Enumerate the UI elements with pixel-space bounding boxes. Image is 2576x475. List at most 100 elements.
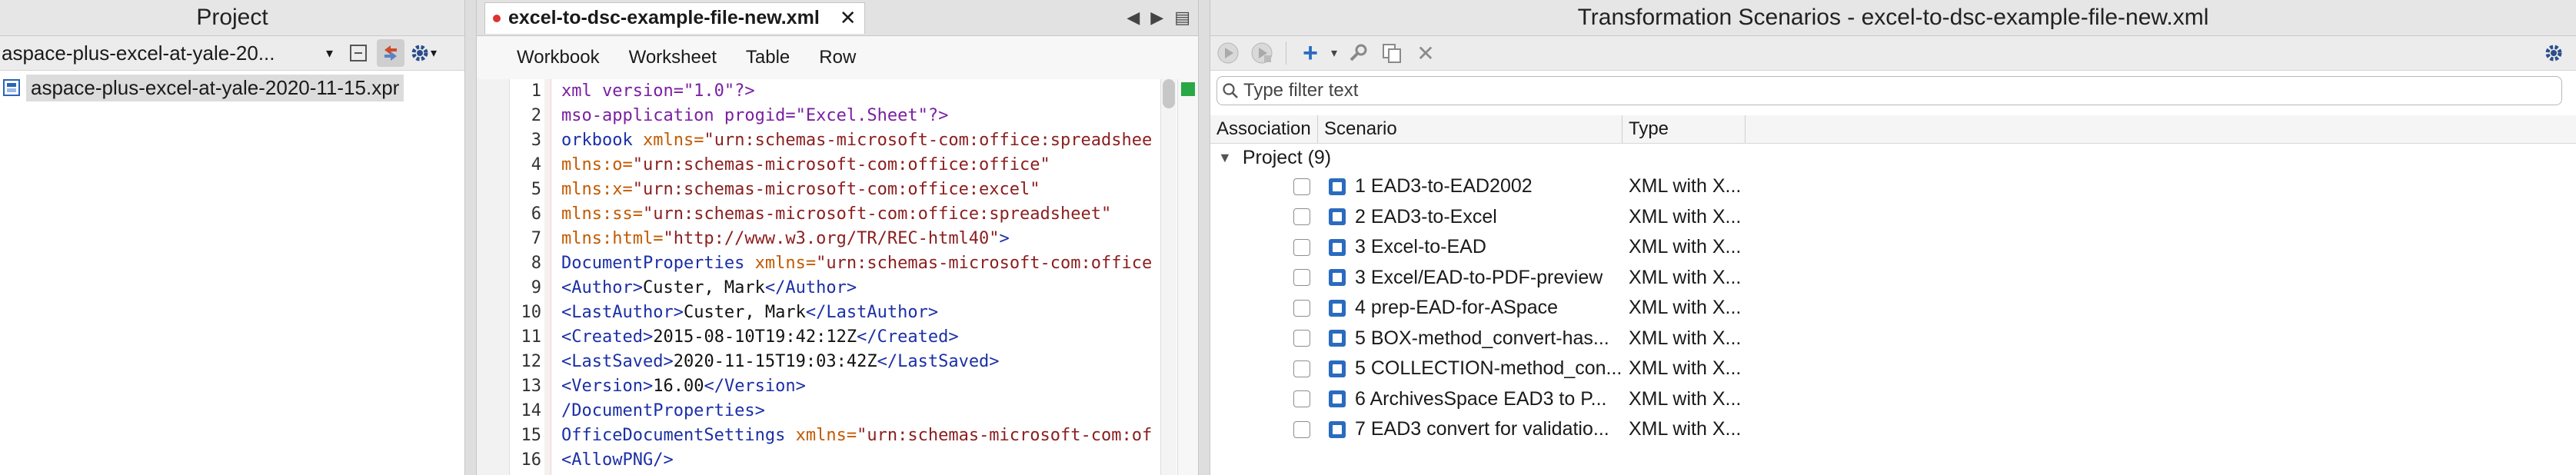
association-checkbox[interactable] xyxy=(1293,269,1310,287)
validation-ok-icon[interactable] xyxy=(1181,82,1195,96)
scenario-row[interactable]: 3 Excel-to-EAD XML with X... xyxy=(1210,232,2576,263)
scrollbar-thumb[interactable] xyxy=(1163,79,1175,108)
scenario-type: XML with X... xyxy=(1629,357,1742,380)
code-line: orkbook xmlns="urn:schemas-microsoft-com… xyxy=(561,131,1152,150)
breadcrumb-item[interactable]: Table xyxy=(746,47,790,68)
scenario-name: 5 BOX-method_convert-has... xyxy=(1355,327,1609,349)
remove-scenario-button[interactable]: ✕ xyxy=(1413,40,1439,66)
project-panel-title: Project xyxy=(0,0,464,36)
close-icon[interactable]: ✕ xyxy=(840,6,857,30)
code-line: mlns:o="urn:schemas-microsoft-com:office… xyxy=(561,155,1050,174)
scenario-name: 7 EAD3 convert for validatio... xyxy=(1355,418,1609,440)
project-selector[interactable]: aspace-plus-excel-at-yale-20... ▾ xyxy=(2,42,340,65)
project-settings-button[interactable]: ▾ xyxy=(409,39,437,67)
scenario-row[interactable]: 3 Excel/EAD-to-PDF-preview XML with X... xyxy=(1210,263,2576,294)
code-line: <Created>2015-08-10T19:42:12Z</Created> xyxy=(561,327,959,347)
scenario-group-label: Project (9) xyxy=(1242,146,1332,168)
scenarios-panel-title: Transformation Scenarios - excel-to-dsc-… xyxy=(1210,0,2576,36)
association-checkbox[interactable] xyxy=(1293,420,1310,438)
scenario-name: 1 EAD3-to-EAD2002 xyxy=(1355,175,1533,198)
scenario-type: XML with X... xyxy=(1629,418,1742,440)
right-splitter[interactable] xyxy=(1198,0,1210,475)
apply-associated-button[interactable] xyxy=(1249,40,1275,66)
scenario-row[interactable]: 5 COLLECTION-method_con... XML with X... xyxy=(1210,354,2576,384)
collapse-all-button[interactable] xyxy=(344,39,372,67)
editor-scrollbar[interactable] xyxy=(1160,79,1177,475)
plus-icon: + xyxy=(1303,38,1318,68)
scenario-row[interactable]: 5 BOX-method_convert-has... XML with X..… xyxy=(1210,324,2576,354)
code-line: <AllowPNG/> xyxy=(561,450,674,470)
breadcrumb: Workbook Worksheet Table Row xyxy=(477,36,1198,80)
code-editor[interactable]: 1 2 3 4 5 6 7 8 9 10 11 12 13 14 15 16 x… xyxy=(477,79,1198,475)
breadcrumb-item[interactable]: Workbook xyxy=(517,47,600,68)
play-associated-icon xyxy=(1251,42,1273,64)
scenarios-panel: Transformation Scenarios - excel-to-dsc-… xyxy=(1210,0,2576,475)
gear-icon xyxy=(2545,45,2562,61)
code-line: mso-application progid="Excel.Sheet"?> xyxy=(561,106,949,125)
code-line: OfficeDocumentSettings xmlns="urn:schema… xyxy=(561,426,1152,445)
association-checkbox[interactable] xyxy=(1293,390,1310,408)
dropdown-arrow-icon: ▾ xyxy=(326,45,334,61)
scenarios-table-header: Association Scenario Type xyxy=(1210,115,2576,144)
scenario-row[interactable]: 7 EAD3 convert for validatio... XML with… xyxy=(1210,414,2576,445)
modified-indicator-icon xyxy=(493,14,501,22)
line-number: 6 xyxy=(531,204,541,224)
line-number: 13 xyxy=(521,377,542,396)
scenario-name: 5 COLLECTION-method_con... xyxy=(1355,357,1622,380)
new-scenario-button[interactable]: + xyxy=(1297,38,1323,68)
column-header-scenario[interactable]: Scenario xyxy=(1318,115,1622,143)
association-checkbox[interactable] xyxy=(1293,238,1310,256)
filter-box xyxy=(1216,76,2562,105)
left-splitter[interactable] xyxy=(464,0,477,475)
collapse-all-icon xyxy=(350,45,367,61)
scenario-icon xyxy=(1329,299,1346,317)
code-line: mlns:x="urn:schemas-microsoft-com:office… xyxy=(561,180,1040,199)
code-line: <LastAuthor>Custer, Mark</LastAuthor> xyxy=(561,303,939,322)
project-tree-item[interactable]: aspace-plus-excel-at-yale-2020-11-15.xpr xyxy=(0,71,464,105)
scenario-name: 4 prep-EAD-for-ASpace xyxy=(1355,297,1559,319)
project-panel: Project aspace-plus-excel-at-yale-20... … xyxy=(0,0,464,475)
tab-list-icon[interactable]: ▤ xyxy=(1174,8,1190,28)
association-checkbox[interactable] xyxy=(1293,178,1310,195)
line-number: 9 xyxy=(531,278,541,297)
association-checkbox[interactable] xyxy=(1293,360,1310,377)
link-with-editor-button[interactable] xyxy=(377,39,404,67)
play-icon xyxy=(1217,42,1239,64)
association-checkbox[interactable] xyxy=(1293,208,1310,226)
previous-tab-icon[interactable]: ◀ xyxy=(1127,8,1140,28)
tab-navigation: ◀ ▶ ▤ xyxy=(1127,0,1190,35)
column-header-type[interactable]: Type xyxy=(1622,115,1746,143)
line-number: 3 xyxy=(531,131,541,150)
scenario-type: XML with X... xyxy=(1629,175,1742,198)
scenario-group[interactable]: ▼ Project (9) xyxy=(1210,144,2576,171)
editor-tab[interactable]: excel-to-dsc-example-file-new.xml ✕ xyxy=(484,2,865,34)
scenario-icon xyxy=(1329,178,1346,195)
duplicate-icon xyxy=(1383,44,1402,63)
expand-triangle-icon[interactable]: ▼ xyxy=(1218,150,1232,166)
breadcrumb-item[interactable]: Worksheet xyxy=(629,47,717,68)
project-file-icon xyxy=(3,79,20,96)
scenario-row[interactable]: 6 ArchivesSpace EAD3 to P... XML with X.… xyxy=(1210,384,2576,415)
duplicate-scenario-button[interactable] xyxy=(1379,40,1405,66)
scenario-type: XML with X... xyxy=(1629,266,1742,288)
code-line: <LastSaved>2020-11-15T19:03:42Z</LastSav… xyxy=(561,352,1000,371)
editor-panel: excel-to-dsc-example-file-new.xml ✕ ◀ ▶ … xyxy=(477,0,1198,475)
apply-scenario-button[interactable] xyxy=(1215,40,1241,66)
dropdown-arrow-icon[interactable]: ▾ xyxy=(1331,45,1337,61)
next-tab-icon[interactable]: ▶ xyxy=(1150,8,1163,28)
line-number: 1 xyxy=(531,81,541,101)
association-checkbox[interactable] xyxy=(1293,330,1310,347)
column-header-association[interactable]: Association xyxy=(1210,115,1318,143)
scenario-icon xyxy=(1329,390,1346,408)
association-checkbox[interactable] xyxy=(1293,299,1310,317)
project-toolbar: aspace-plus-excel-at-yale-20... ▾ ▾ xyxy=(0,36,464,71)
scenario-row[interactable]: 4 prep-EAD-for-ASpace XML with X... xyxy=(1210,293,2576,324)
edit-scenario-button[interactable] xyxy=(1345,40,1371,66)
scenarios-settings-button[interactable] xyxy=(2541,40,2567,66)
breadcrumb-item[interactable]: Row xyxy=(819,47,856,68)
scenario-row[interactable]: 2 EAD3-to-Excel XML with X... xyxy=(1210,202,2576,233)
scenario-row[interactable]: 1 EAD3-to-EAD2002 XML with X... xyxy=(1210,171,2576,202)
scenario-icon xyxy=(1329,238,1346,256)
filter-input[interactable] xyxy=(1242,79,2537,102)
scenarios-toolbar: + ▾ ✕ xyxy=(1210,36,2576,71)
